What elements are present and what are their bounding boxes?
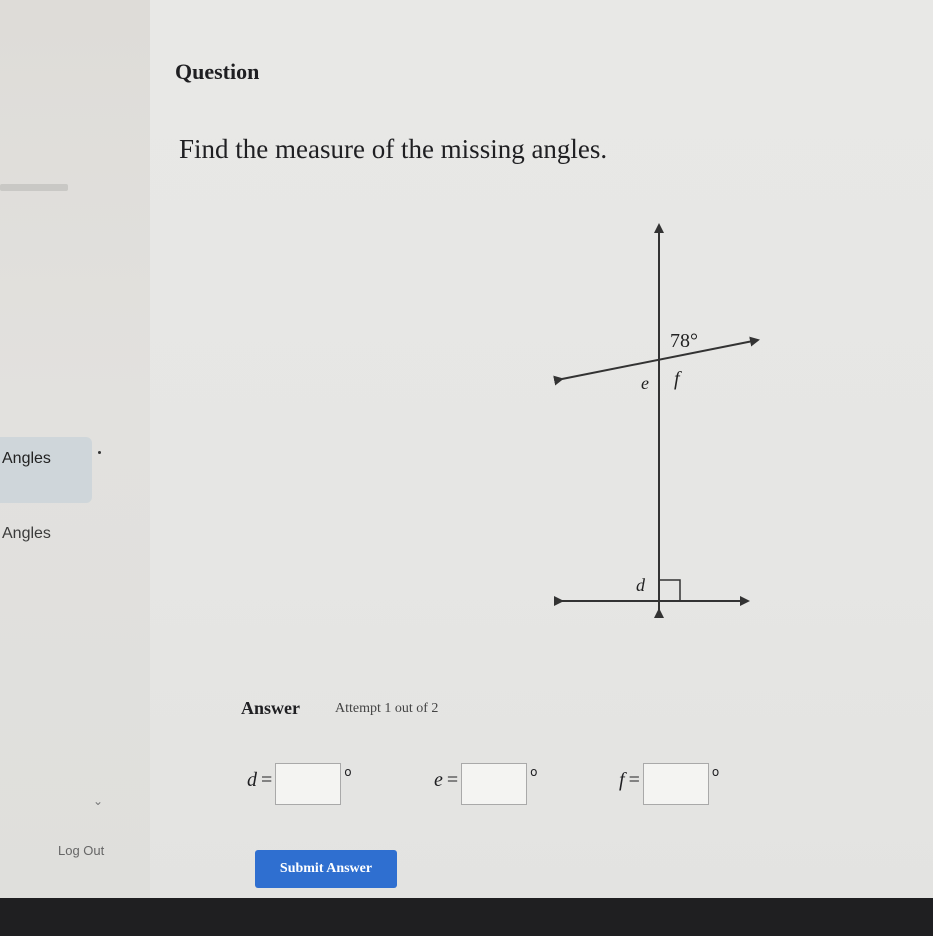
e-input[interactable] — [461, 763, 528, 805]
sidebar-item-angles[interactable]: Angles — [0, 525, 51, 543]
question-text: Find the measure of the missing angles. — [179, 134, 608, 164]
sidebar-item-label: Angles — [2, 525, 51, 542]
answer-field-d: d = o — [247, 763, 352, 807]
answer-field-e: e = o — [434, 763, 538, 807]
submit-answer-button[interactable]: Submit Answer — [255, 850, 397, 888]
angles-diagram: 78° e f d — [553, 223, 760, 618]
f-input[interactable] — [642, 763, 709, 805]
var-label: f — [619, 769, 625, 791]
bullet-icon — [98, 451, 101, 454]
answer-label: Answer — [241, 698, 300, 718]
answer-field-f: f = o — [619, 763, 719, 807]
monitor-bezel — [0, 898, 933, 936]
equals-sign: = — [446, 769, 459, 791]
angle-f-label: f — [674, 368, 682, 390]
sidebar-item-label: Angles — [2, 450, 51, 467]
logout-link[interactable]: Log Out — [58, 843, 104, 858]
equals-sign: = — [628, 769, 640, 791]
angle-78-label: 78° — [670, 330, 698, 352]
angle-d-label: d — [636, 575, 646, 595]
angle-e-label: e — [641, 373, 649, 393]
degree-sign: o — [344, 765, 352, 779]
right-angle-marker — [659, 579, 681, 601]
var-label: d — [247, 769, 257, 791]
attempt-counter: Attempt 1 out of 2 — [335, 701, 439, 716]
var-label: e — [434, 769, 443, 791]
equals-sign: = — [261, 769, 273, 791]
degree-sign: o — [711, 765, 720, 779]
sidebar-item-angles-active[interactable]: Angles — [0, 437, 92, 503]
sidebar-divider — [0, 184, 68, 191]
degree-sign: o — [530, 765, 538, 779]
d-input[interactable] — [275, 763, 342, 805]
question-title: Question — [175, 59, 260, 84]
chevron-down-icon[interactable]: ⌄ — [93, 794, 103, 808]
